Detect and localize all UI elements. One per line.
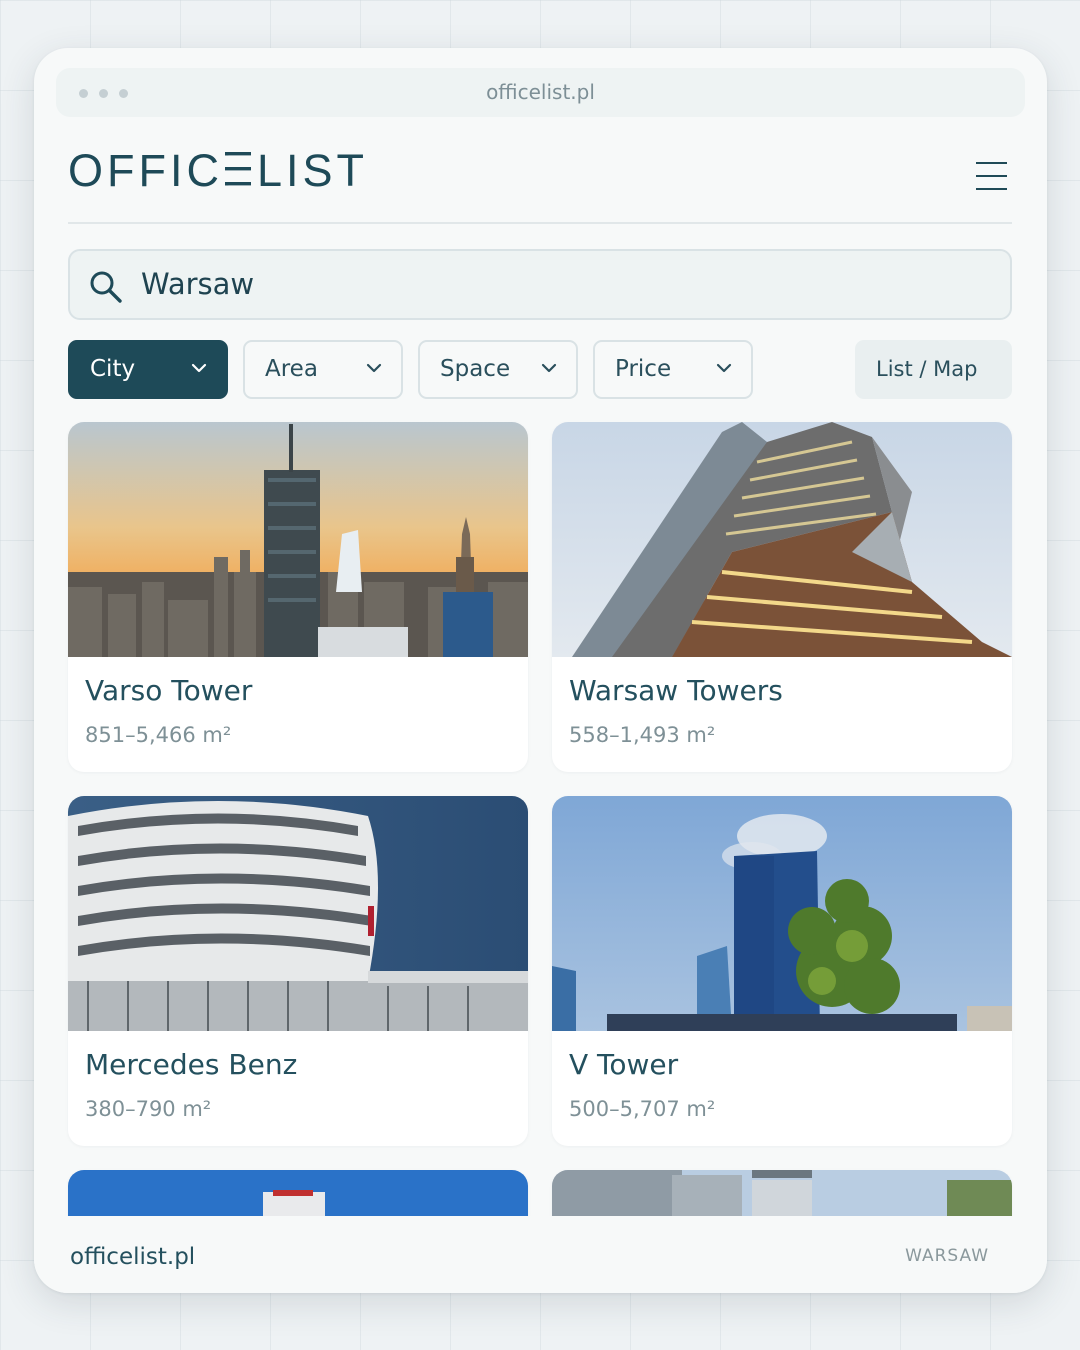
- brand-logo[interactable]: OFFIC LIST: [68, 144, 368, 194]
- listing-card[interactable]: Varso Tower 851–5,466 m²: [68, 422, 528, 772]
- filter-city-dropdown[interactable]: City: [68, 340, 228, 399]
- logo-e-mark-icon: [225, 152, 251, 186]
- footer-city: WARSAW: [905, 1246, 989, 1266]
- listing-area: 558–1,493 m²: [569, 723, 716, 747]
- chevron-down-icon: [716, 363, 732, 373]
- listing-photo: [68, 422, 528, 657]
- hamburger-line: [976, 162, 1007, 164]
- footer-url[interactable]: officelist.pl: [70, 1244, 195, 1270]
- listing-card[interactable]: Warsaw Towers 558–1,493 m²: [552, 422, 1012, 772]
- brand-logo-left: OFFIC: [68, 145, 223, 194]
- search-input[interactable]: Warsaw: [68, 249, 1012, 320]
- search-icon: [90, 271, 122, 303]
- filter-space-dropdown[interactable]: Space: [418, 340, 578, 399]
- browser-url: officelist.pl: [486, 80, 595, 104]
- listing-title: Mercedes Benz: [85, 1048, 298, 1081]
- filter-price-dropdown[interactable]: Price: [593, 340, 753, 399]
- brand-logo-right: LIST: [257, 145, 368, 194]
- toggle-label: List / Map: [876, 357, 978, 381]
- listing-title: Warsaw Towers: [569, 674, 783, 707]
- listing-area: 380–790 m²: [85, 1097, 212, 1121]
- listing-photo: [68, 796, 528, 1031]
- listing-card[interactable]: Mercedes Benz 380–790 m²: [68, 796, 528, 1146]
- listing-title: Varso Tower: [85, 674, 253, 707]
- hamburger-line: [976, 175, 1007, 177]
- chevron-down-icon: [541, 363, 557, 373]
- device-frame: officelist.pl OFFIC LIST Warsaw City Are…: [34, 48, 1047, 1293]
- listing-area: 851–5,466 m²: [85, 723, 232, 747]
- chevron-down-icon: [366, 363, 382, 373]
- header-divider: [68, 222, 1012, 224]
- listing-title: V Tower: [569, 1048, 679, 1081]
- hamburger-line: [976, 188, 1007, 190]
- listing-photo: [552, 422, 1012, 657]
- browser-address-bar[interactable]: officelist.pl: [56, 68, 1025, 117]
- filter-label: Price: [615, 356, 672, 382]
- chevron-down-icon: [191, 363, 207, 373]
- filter-label: Area: [265, 356, 318, 382]
- list-map-toggle[interactable]: List / Map: [855, 340, 1012, 399]
- search-value: Warsaw: [141, 267, 255, 301]
- filter-label: City: [90, 356, 136, 382]
- listing-area: 500–5,707 m²: [569, 1097, 716, 1121]
- listing-card[interactable]: V Tower 500–5,707 m²: [552, 796, 1012, 1146]
- menu-button[interactable]: [974, 160, 1010, 194]
- filter-label: Space: [440, 356, 511, 382]
- listing-photo: [552, 796, 1012, 1031]
- filter-area-dropdown[interactable]: Area: [243, 340, 403, 399]
